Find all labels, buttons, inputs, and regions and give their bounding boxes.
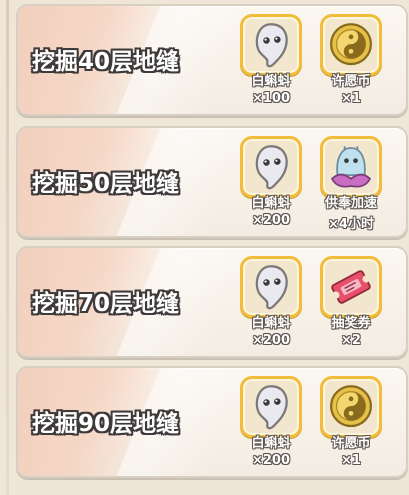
wish-coin-icon bbox=[330, 23, 372, 66]
reward-quantity: ×4小时 bbox=[328, 217, 374, 232]
task-title: 挖掘50层地缝 bbox=[32, 171, 180, 197]
task-card[interactable]: 挖掘70层地缝 白蝌蚪 ×200 抽奖券 ×2 bbox=[16, 246, 408, 358]
reward-name: 白蝌蚪 bbox=[251, 316, 291, 331]
reward-quantity: ×200 bbox=[251, 453, 291, 468]
reward-name: 许愿币 bbox=[331, 74, 371, 89]
reward-slot[interactable] bbox=[240, 376, 302, 438]
wish-coin-icon bbox=[330, 385, 372, 428]
reward-slot[interactable] bbox=[320, 376, 382, 438]
reward-quantity: ×2 bbox=[341, 333, 361, 348]
task-title: 挖掘70层地缝 bbox=[32, 291, 180, 317]
white-tadpole-icon bbox=[255, 265, 288, 310]
reward-item[interactable]: 供奉加速 ×4小时 bbox=[318, 136, 384, 232]
reward-item[interactable]: 许愿币 ×1 bbox=[318, 376, 384, 468]
reward-quantity: ×100 bbox=[251, 91, 291, 106]
reward-quantity: ×1 bbox=[341, 91, 361, 106]
white-tadpole-icon bbox=[255, 23, 288, 68]
reward-item[interactable]: 白蝌蚪 ×200 bbox=[238, 136, 304, 228]
reward-slot[interactable] bbox=[320, 14, 382, 76]
offering-speedup-icon bbox=[330, 146, 372, 188]
reward-slot[interactable] bbox=[240, 136, 302, 198]
reward-slot[interactable] bbox=[320, 136, 382, 198]
reward-name: 抽奖券 bbox=[331, 316, 371, 331]
reward-name: 白蝌蚪 bbox=[251, 74, 291, 89]
reward-slot[interactable] bbox=[320, 256, 382, 318]
task-title: 挖掘40层地缝 bbox=[32, 49, 180, 75]
task-title: 挖掘90层地缝 bbox=[32, 411, 180, 437]
reward-item[interactable]: 白蝌蚪 ×200 bbox=[238, 256, 304, 348]
reward-slot[interactable] bbox=[240, 256, 302, 318]
reward-quantity: ×200 bbox=[251, 213, 291, 228]
reward-name: 白蝌蚪 bbox=[251, 436, 291, 451]
reward-quantity: ×200 bbox=[251, 333, 291, 348]
reward-quantity: ×1 bbox=[341, 453, 361, 468]
white-tadpole-icon bbox=[255, 385, 288, 430]
task-card[interactable]: 挖掘90层地缝 白蝌蚪 ×200 许愿币 ×1 bbox=[16, 366, 408, 478]
task-card[interactable]: 挖掘50层地缝 白蝌蚪 ×200 供奉加速 ×4小时 bbox=[16, 126, 408, 238]
lottery-ticket-icon bbox=[331, 270, 371, 304]
task-card[interactable]: 挖掘40层地缝 白蝌蚪 ×100 许愿币 ×1 bbox=[16, 4, 408, 116]
reward-name: 供奉加速 bbox=[324, 196, 377, 211]
reward-item[interactable]: 许愿币 ×1 bbox=[318, 14, 384, 106]
task-list: 挖掘40层地缝 白蝌蚪 ×100 许愿币 ×1 挖掘50层地缝 白蝌蚪 ×200… bbox=[16, 0, 408, 495]
reward-item[interactable]: 白蝌蚪 ×100 bbox=[238, 14, 304, 106]
panel-left-border bbox=[6, 0, 9, 495]
reward-slot[interactable] bbox=[240, 14, 302, 76]
reward-name: 许愿币 bbox=[331, 436, 371, 451]
white-tadpole-icon bbox=[255, 145, 288, 190]
reward-item[interactable]: 白蝌蚪 ×200 bbox=[238, 376, 304, 468]
reward-name: 白蝌蚪 bbox=[251, 196, 291, 211]
reward-item[interactable]: 抽奖券 ×2 bbox=[318, 256, 384, 348]
